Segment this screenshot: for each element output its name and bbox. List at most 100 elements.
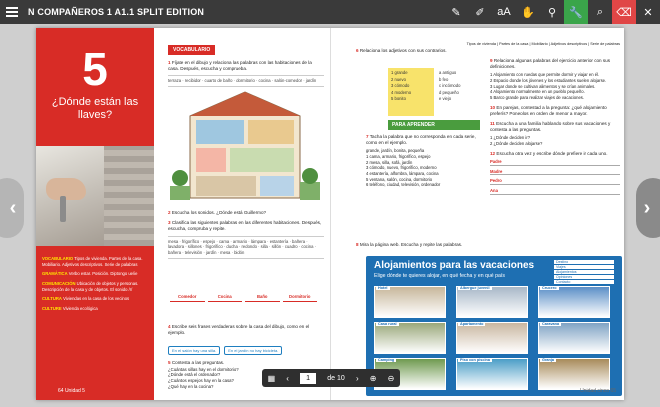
exercise-6: 6 Relaciona los adjetivos con sus contra… bbox=[356, 48, 447, 53]
exercise-3: 3 Clasifica las siguientes palabras en l… bbox=[168, 220, 322, 232]
exercise-2: 2 Escucha los sonidos. ¿Dónde está Guill… bbox=[168, 210, 267, 215]
pin-icon[interactable]: ⚲ bbox=[540, 0, 564, 24]
tile-caption: Caravana bbox=[540, 322, 562, 326]
question-item: 2 ¿Dónde deciden alojarse? bbox=[490, 141, 543, 147]
person-answer-row: Pedro bbox=[490, 178, 620, 186]
right-column: 9 Relaciona algunas palabras del ejercic… bbox=[490, 58, 620, 198]
eraser-icon[interactable]: ⌫ bbox=[612, 0, 636, 24]
person-answer-row: Ana bbox=[490, 188, 620, 195]
contents-item-head: COMUNICACIÓN bbox=[42, 281, 76, 287]
person-name: Madre bbox=[490, 168, 503, 174]
hand-icon[interactable]: ✋ bbox=[516, 0, 540, 24]
website-menu-item[interactable]: Contacto bbox=[554, 280, 614, 284]
zoom-out-icon[interactable]: ⊖ bbox=[388, 374, 395, 383]
website-menu-item[interactable]: Opiniones bbox=[554, 275, 614, 279]
unit-panel: 5 ¿Dónde están las llaves? VOCABULARIO T… bbox=[36, 28, 154, 400]
exercise-11-list: 1 ¿Dónde deciden ir? 2 ¿Dónde deciden alo… bbox=[490, 135, 620, 146]
travel-title: Alojamientos para las vacaciones bbox=[374, 260, 535, 271]
tile-caption: Piso con piscina bbox=[458, 358, 492, 362]
accommodation-tile[interactable]: Granja bbox=[538, 358, 610, 390]
marker-icon[interactable]: ✐ bbox=[468, 0, 492, 24]
tool-group: ✎ ✐ aA ✋ ⚲ 🔧 ⌕ ⌫ ✕ bbox=[444, 0, 660, 24]
contents-item-head: VOCABULARIO bbox=[42, 256, 74, 261]
adjective-list-right: a antiguo b feo c incómodo d pequeño e viejo bbox=[436, 68, 482, 116]
left-exercises: 2 Escucha los sonidos. ¿Dónde está Guill… bbox=[168, 210, 324, 262]
tile-caption: Casa rural bbox=[376, 322, 399, 326]
website-menu: Destino Viajes Alojamientos Opiniones Contac… bbox=[554, 260, 614, 285]
house-cutaway-illustration bbox=[170, 91, 320, 200]
top-toolbar: N COMPAÑEROS 1 A1.1 SPLIT EDITION ✎ ✐ aA ✋ ⚲… bbox=[0, 0, 660, 24]
accommodation-tile[interactable]: Apartamento bbox=[456, 322, 528, 354]
grid-view-icon[interactable]: ▦ bbox=[268, 374, 276, 383]
book-spine bbox=[330, 28, 331, 400]
tile-caption: Camping bbox=[376, 358, 397, 362]
accommodation-tile[interactable]: Caravana bbox=[538, 322, 610, 354]
table-header: Dormitorio bbox=[282, 294, 317, 302]
accommodation-tile[interactable]: Piso con piscina bbox=[456, 358, 528, 390]
tile-caption: Granja bbox=[540, 358, 557, 362]
adjective-list-left: 1 grande 2 nuevo 3 cómodo 4 moderno 5 bonito bbox=[388, 68, 434, 116]
travel-subtitle: Elige dónde te quieres alojar, en qué fe… bbox=[374, 273, 505, 279]
wrench-icon[interactable]: 🔧 bbox=[564, 0, 588, 24]
tile-caption: Crucero bbox=[540, 286, 559, 290]
example-sentence: En el salón hay una silla. bbox=[168, 346, 221, 356]
app-title: N COMPAÑEROS 1 A1.1 SPLIT EDITION bbox=[28, 7, 205, 17]
previous-page-arrow[interactable]: ‹ bbox=[0, 178, 24, 238]
exercise-12-names: Padre Madre Pedro Ana bbox=[490, 159, 620, 195]
person-name: Pedro bbox=[490, 178, 502, 184]
contents-item: CULTURE Vivienda ecológica bbox=[42, 306, 148, 312]
table-header: Baño bbox=[245, 294, 280, 302]
zoom-in-icon[interactable]: ⊕ bbox=[370, 374, 377, 383]
accommodation-tile[interactable]: Hotel bbox=[374, 286, 446, 318]
person-name: Ana bbox=[490, 188, 498, 194]
section-tag: VOCABULARIO bbox=[168, 45, 216, 55]
exercise-7-list: grande, jardín, bonita, pequeña 1 cama, a… bbox=[366, 148, 484, 188]
search-icon[interactable]: ⌕ bbox=[588, 0, 612, 24]
contents-item-head: CULTURA bbox=[42, 296, 62, 302]
accommodation-website-mockup: Alojamientos para las vacaciones Elige d… bbox=[366, 256, 622, 396]
exercise-3-words: mesa · frigorífico · espejo · cama · arm… bbox=[168, 235, 324, 260]
page-navigator: ▦ ‹ 1 de 10 › ⊕ ⊖ bbox=[262, 369, 400, 387]
next-page-icon[interactable]: › bbox=[356, 374, 359, 383]
right-page-footer: Unidad cinco 65 bbox=[580, 388, 616, 394]
person-answer-row: Madre bbox=[490, 169, 620, 176]
page-number-input[interactable]: 1 bbox=[300, 372, 317, 384]
adjective-matching-box: 1 grande 2 nuevo 3 cómodo 4 moderno 5 bonito… bbox=[388, 68, 484, 116]
book-spread: 5 ¿Dónde están las llaves? VOCABULARIO T… bbox=[36, 28, 624, 400]
accommodation-tile[interactable]: Albergue juvenil bbox=[456, 286, 528, 318]
contents-item-text: Vivienda ecológica bbox=[61, 306, 98, 312]
exercise-7: 7 Tacha la palabra que no corresponda en… bbox=[366, 134, 484, 188]
contents-item-head: GRAMÁTICA bbox=[42, 271, 68, 277]
website-menu-item[interactable]: Alojamientos bbox=[554, 270, 614, 274]
website-menu-item[interactable]: Destino bbox=[554, 260, 614, 264]
next-page-arrow[interactable]: › bbox=[636, 178, 660, 238]
accommodation-tile[interactable]: Crucero bbox=[538, 286, 610, 318]
exercise-8: 8 Mira la página web. Escucha y repite l… bbox=[356, 242, 463, 247]
exercise-1: 1 Fíjate en el dibujo y relaciona las pa… bbox=[168, 60, 312, 72]
menu-icon[interactable] bbox=[0, 0, 24, 24]
close-icon[interactable]: ✕ bbox=[636, 0, 660, 24]
hand-with-keys-photo bbox=[36, 146, 154, 246]
person-name: Padre bbox=[490, 159, 502, 165]
contents-item: CULTURA Viviendas en la casa de los veci… bbox=[42, 296, 148, 302]
website-menu-item[interactable]: Viajes bbox=[554, 265, 614, 269]
font-size-icon[interactable]: aA bbox=[492, 0, 516, 24]
exercise-9-list: 1 Alojamiento con ruedas que permite dor… bbox=[490, 72, 620, 100]
left-page-footer: 64 Unidad 5 bbox=[58, 388, 85, 394]
contents-item-text: Viviendas en la casa de los vecinos bbox=[61, 296, 130, 302]
tile-caption: Hotel bbox=[376, 286, 390, 290]
contents-item-text: Verbo estar. Posición. Diptongo ue/ie bbox=[67, 271, 138, 277]
tile-caption: Apartamento bbox=[458, 322, 486, 326]
example-sentence: En el jardín no hay bicicleta. bbox=[224, 346, 283, 356]
contents-item-head: CULTURE bbox=[42, 306, 62, 312]
table-header: Comedor bbox=[170, 294, 205, 302]
adjective-item: 5 bonito bbox=[391, 96, 406, 101]
accommodation-tile[interactable]: Casa rural bbox=[374, 322, 446, 354]
tile-caption: Albergue juvenil bbox=[458, 286, 492, 290]
person-answer-row: Padre bbox=[490, 159, 620, 166]
unit-contents-list: VOCABULARIO Tipos de vivienda. Partes de… bbox=[42, 256, 148, 316]
exercise-4: 4 Escribe seis frases verdaderas sobre l… bbox=[168, 324, 310, 336]
prev-page-icon[interactable]: ‹ bbox=[286, 374, 289, 383]
contents-item: VOCABULARIO Tipos de vivienda. Partes de… bbox=[42, 256, 148, 267]
pencil-icon[interactable]: ✎ bbox=[444, 0, 468, 24]
